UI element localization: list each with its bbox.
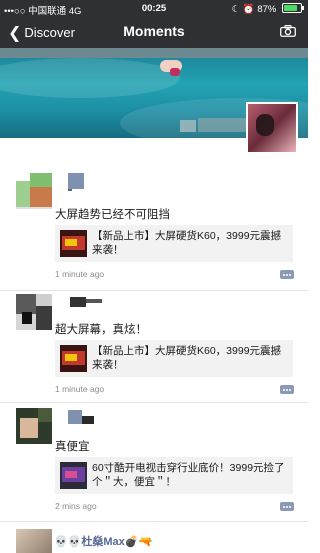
camera-icon[interactable] [280,25,296,37]
comment-icon[interactable] [280,502,294,511]
alarm-icon: ⏰ [242,4,255,15]
profile-avatar[interactable] [246,102,298,154]
shared-link-title: 60寸酷开电视击穿行业底价！3999元捡了个＂大，便宜＂！ [92,462,285,488]
battery-percent: 87% [257,4,277,15]
moment-post: 大屏趋势已经不可阻挡 【新品上市】大屏硬货K60，3999元震撼来袭！ 1 mi… [0,165,308,291]
shared-link-title: 【新品上市】大屏硬货K60，3999元震撼来袭！ [92,345,282,371]
blurred-username [70,297,86,307]
shared-link-card[interactable]: 【新品上市】大屏硬货K60，3999元震撼来袭！ [55,225,293,262]
page-title: Moments [123,23,185,39]
post-text: 真便宜 [55,441,90,453]
avatar[interactable] [16,173,52,209]
avatar[interactable] [16,529,52,553]
comment-icon[interactable] [280,385,294,394]
product-thumbnail [60,230,87,257]
moon-icon: ☾ [231,4,241,15]
moment-post: 真便宜 60寸酷开电视击穿行业底价！3999元捡了个＂大，便宜＂！ 2 mins… [0,402,308,522]
status-bar: •••○○ 中国联通 4G 00:25 ☾ ⏰ 87% [0,0,308,17]
blurred-username [68,410,82,424]
username-link[interactable]: 💀💀杜燊Max💣🔫 [54,533,152,549]
shared-link-card[interactable]: 60寸酷开电视击穿行业底价！3999元捡了个＂大，便宜＂！ [55,457,293,494]
blurred-username [68,173,84,189]
post-time: 1 minute ago [55,269,105,279]
avatar[interactable] [16,294,52,330]
product-thumbnail [60,462,87,489]
nav-bar: ❮ Discover Moments [0,17,308,48]
shared-link-title: 【新品上市】大屏硬货K60，3999元震撼来袭！ [92,230,282,256]
post-time: 2 mins ago [55,501,97,511]
product-thumbnail [60,345,87,372]
avatar[interactable] [16,408,52,444]
shared-link-card[interactable]: 【新品上市】大屏硬货K60，3999元震撼来袭！ [55,340,293,377]
comment-icon[interactable] [280,270,294,279]
post-text: 超大屏幕，真炫！ [55,324,147,336]
battery-icon [282,3,304,13]
moment-post: 超大屏幕，真炫！ 【新品上市】大屏硬货K60，3999元震撼来袭！ 1 minu… [0,290,308,403]
post-time: 1 minute ago [55,384,105,394]
post-text: 大屏趋势已经不可阻挡 [55,209,170,221]
